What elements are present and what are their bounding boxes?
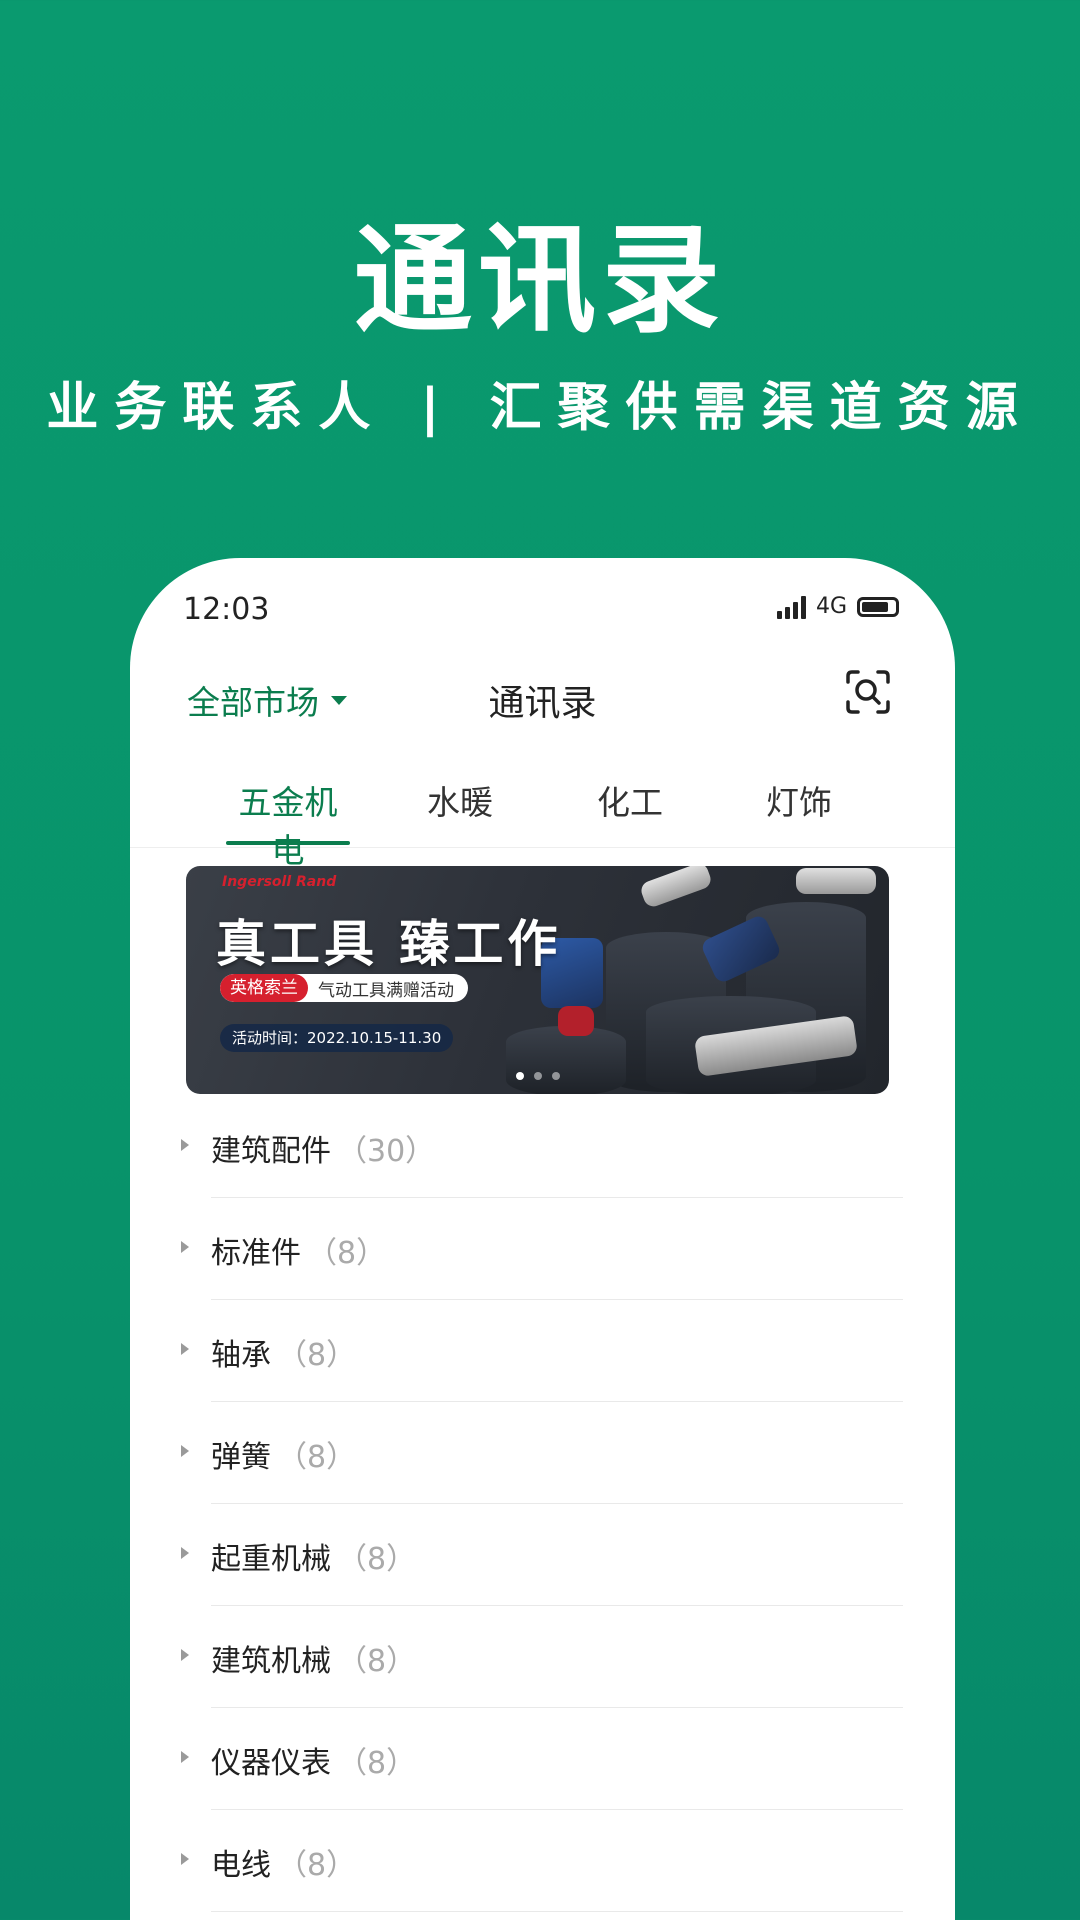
scan-button[interactable] (844, 668, 892, 716)
battery-pack-image (558, 1006, 594, 1036)
triangle-right-icon (181, 1139, 189, 1151)
triangle-right-icon (181, 1547, 189, 1559)
signal-icon (776, 595, 806, 619)
list-item[interactable]: 标准件 （8） (130, 1198, 955, 1300)
triangle-right-icon (181, 1649, 189, 1661)
category-name: 轴承 (211, 1338, 271, 1373)
status-indicators: 4G (776, 594, 899, 619)
network-label: 4G (815, 594, 847, 619)
banner-headline: 真工具 臻工作 (216, 915, 562, 973)
hero-subtitle: 业务联系人 | 汇聚供需渠道资源 (46, 378, 1034, 438)
promo-date: 活动时间：2022.10.15-11.30 (220, 1024, 454, 1052)
phone-screen: 12:03 4G 全部市场 通讯录 五金机电 水暖 化工 灯饰 Ingersol… (130, 558, 955, 1920)
hero-title: 通讯录 (353, 211, 726, 349)
carousel-dot[interactable] (516, 1072, 524, 1080)
category-name: 电线 (211, 1848, 271, 1883)
category-count: （8） (337, 1746, 417, 1781)
carousel-dots[interactable] (516, 1072, 560, 1080)
category-count: （8） (277, 1848, 357, 1883)
triangle-right-icon (181, 1853, 189, 1865)
promo-pill: 英格索兰 气动工具满赠活动 (220, 974, 468, 1002)
tab-hardware[interactable]: 五金机电 (226, 776, 350, 872)
category-list: 建筑配件 （30） 标准件 （8） 轴承 （8） 弹簧 （8） 起重机械 （8） 建筑机械… (130, 1096, 955, 1912)
category-tabs: 五金机电 水暖 化工 灯饰 (130, 758, 955, 870)
pedestal-shape (506, 1026, 626, 1094)
tab-lighting[interactable]: 灯饰 (754, 776, 844, 824)
silver-tool-image (796, 868, 876, 894)
category-count: （8） (277, 1338, 357, 1373)
category-name: 仪器仪表 (211, 1746, 331, 1781)
triangle-right-icon (181, 1751, 189, 1763)
triangle-right-icon (181, 1445, 189, 1457)
category-name: 起重机械 (211, 1542, 331, 1577)
divider (211, 1911, 903, 1912)
page-title: 通讯录 (488, 683, 597, 724)
scan-search-icon (846, 670, 890, 714)
category-name: 建筑机械 (211, 1644, 331, 1679)
battery-icon (857, 596, 899, 617)
category-count: （8） (307, 1236, 387, 1271)
tab-plumbing[interactable]: 水暖 (415, 776, 505, 824)
list-item[interactable]: 建筑机械 （8） (130, 1606, 955, 1708)
list-item[interactable]: 仪器仪表 （8） (130, 1708, 955, 1810)
category-count: （8） (277, 1440, 357, 1475)
promo-pill-brand: 英格索兰 (220, 974, 308, 1002)
list-item[interactable]: 轴承 （8） (130, 1300, 955, 1402)
brand-logo: Ingersoll Rand (222, 874, 337, 890)
list-item[interactable]: 起重机械 （8） (130, 1504, 955, 1606)
tab-chemical[interactable]: 化工 (585, 776, 675, 824)
list-item[interactable]: 建筑配件 （30） (130, 1096, 955, 1198)
carousel-dot[interactable] (552, 1072, 560, 1080)
carousel-dot[interactable] (534, 1072, 542, 1080)
category-name: 弹簧 (211, 1440, 271, 1475)
promo-pill-text: 气动工具满赠活动 (318, 980, 454, 1001)
list-item[interactable]: 电线 （8） (130, 1810, 955, 1912)
promo-banner[interactable]: Ingersoll Rand 真工具 臻工作 英格索兰 气动工具满赠活动 活动时… (186, 866, 889, 1094)
list-item[interactable]: 弹簧 （8） (130, 1402, 955, 1504)
category-name: 标准件 (211, 1236, 301, 1271)
tab-active-indicator (226, 841, 350, 845)
category-name: 建筑配件 (211, 1134, 331, 1169)
triangle-right-icon (181, 1241, 189, 1253)
status-time: 12:03 (183, 592, 270, 627)
category-count: （30） (337, 1134, 436, 1169)
category-count: （8） (337, 1542, 417, 1577)
triangle-right-icon (181, 1343, 189, 1355)
category-count: （8） (337, 1644, 417, 1679)
silver-tool-image (638, 866, 714, 910)
